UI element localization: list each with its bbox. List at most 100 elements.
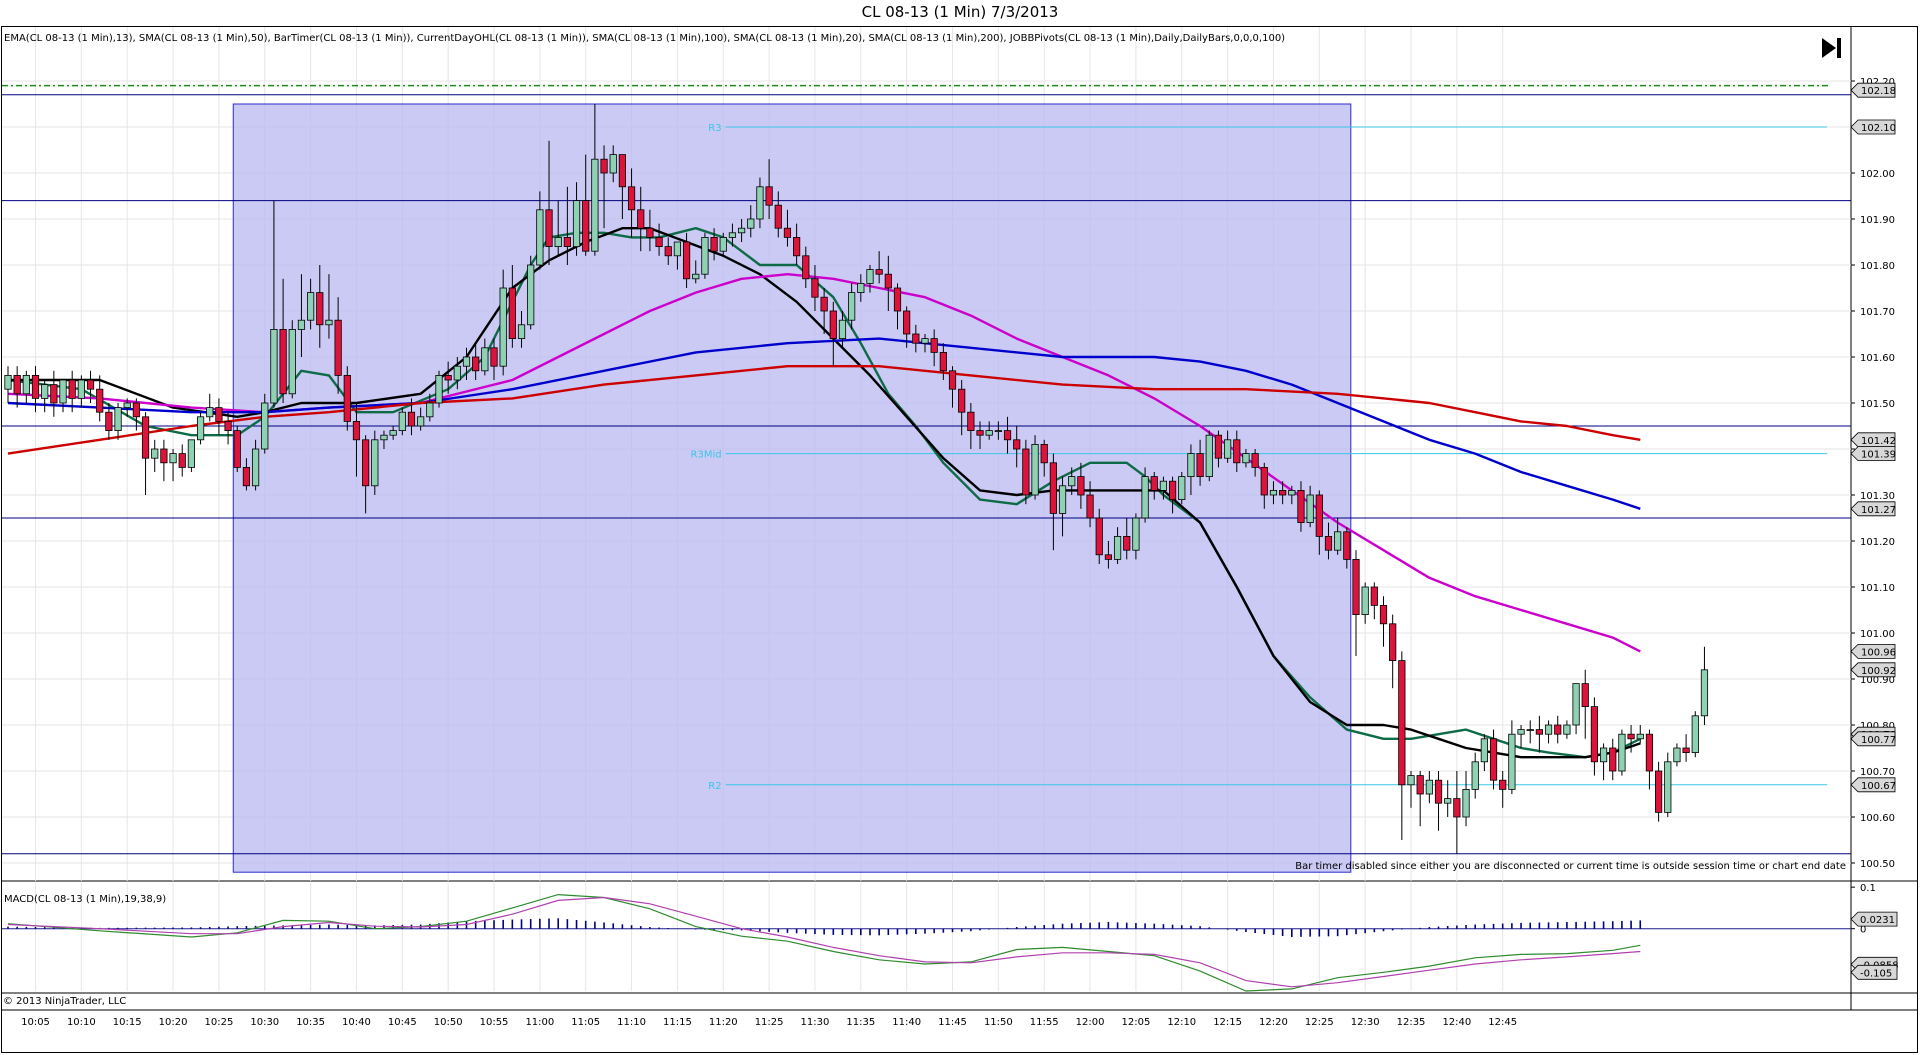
candle-body [921,338,929,344]
candle [1517,725,1525,748]
candle-body [1343,531,1351,560]
x-tick-label: 12:00 [1076,1017,1105,1028]
price-marker-label: 101.42 [1861,436,1896,447]
candle-body [857,282,865,293]
candle-body [591,158,599,252]
candle-body [829,310,837,340]
candle-body [251,448,260,487]
bar-timer-message: Bar timer disabled since either you are … [1295,861,1846,872]
candle-body [1132,517,1140,551]
candle-body [1205,434,1213,478]
candle [1398,651,1406,840]
candle-body [1178,476,1186,501]
candle-body [1049,462,1057,514]
candle [4,366,12,403]
price-marker-label: 101.27 [1861,505,1896,516]
candle-body [545,209,553,248]
candle [1471,752,1479,799]
candle [50,370,58,417]
candle-body [1627,733,1635,740]
x-tick-label: 12:10 [1167,1017,1196,1028]
candle-body [343,374,351,422]
x-tick-label: 10:40 [342,1017,371,1028]
candle [96,375,104,422]
candle [1572,683,1580,735]
candle-body [86,379,95,390]
candle-body [224,420,232,431]
candle-body [1003,430,1012,441]
candle-body [316,292,324,326]
candle-body [1141,476,1149,519]
candle-body [1499,779,1507,790]
macd-line [7,893,1641,992]
candle-body [1306,494,1314,524]
candle [1370,582,1378,620]
candle-body [1444,798,1452,804]
candle [22,370,30,403]
candle-body [261,402,269,450]
candle-body [866,269,874,284]
candle [288,320,296,399]
candle-body [77,379,85,399]
candle-body [453,365,461,381]
pivot-label: R3 [708,123,721,134]
macd-marker: 0.0231 [1850,911,1898,927]
candle-body [728,232,737,238]
price-marker: 101.27 [1850,501,1896,517]
candle-body [352,420,361,441]
candle-body [1682,747,1690,753]
macd-marker-label: -0.105 [1860,968,1892,979]
candle-body [692,273,700,280]
candle [1022,439,1030,505]
candle-body [756,186,764,220]
candle-body [1691,715,1699,753]
x-tick-label: 10:20 [159,1017,188,1028]
candle-body [747,218,755,229]
candle-body [1379,605,1388,625]
x-tick-label: 12:30 [1351,1017,1380,1028]
candle [435,370,443,408]
price-marker: 101.39 [1850,446,1896,462]
x-tick-label: 11:00 [525,1017,554,1028]
candle [1031,435,1039,500]
candle-body [1269,489,1278,496]
candle-body [41,384,49,399]
candle-body [472,356,480,372]
candle-body [307,292,315,321]
candle [1425,771,1433,804]
x-tick-label: 12:45 [1488,1017,1517,1028]
candle-body [1599,747,1608,763]
candle [1664,752,1672,817]
candle [1499,771,1507,808]
candle-body [1480,738,1488,763]
y-tick-label: 101.10 [1860,583,1895,594]
x-tick-label: 11:45 [938,1017,967,1028]
price-marker: 100.96 [1850,644,1896,659]
candle [215,398,223,436]
candle [1389,614,1397,689]
candle-body [994,430,1002,433]
candle-body [939,351,947,372]
candle-body [398,411,406,432]
skip-to-end-icon[interactable] [1820,36,1844,60]
candle [169,449,177,482]
candle-body [279,328,287,395]
candle-body [59,379,67,404]
candle-body [1168,480,1177,501]
candle-body [380,434,388,441]
candle [141,412,150,495]
candle-body [554,236,562,247]
candle [1700,646,1709,725]
y-tick-label: 100.60 [1860,813,1895,824]
x-tick-label: 10:45 [388,1017,417,1028]
candle-body [1572,683,1580,726]
price-marker: 100.67 [1850,777,1896,793]
candle-body [1150,476,1158,491]
candle-body [160,448,168,464]
candle [1444,780,1452,817]
candle [224,412,232,445]
candle-body [1068,476,1076,487]
candle-body [930,338,938,353]
price-chart[interactable]: 10:05 10:10 10:15 10:20 10:25 10:30 10:35 10:40… [0,0,1920,1055]
candle-body [151,448,159,459]
